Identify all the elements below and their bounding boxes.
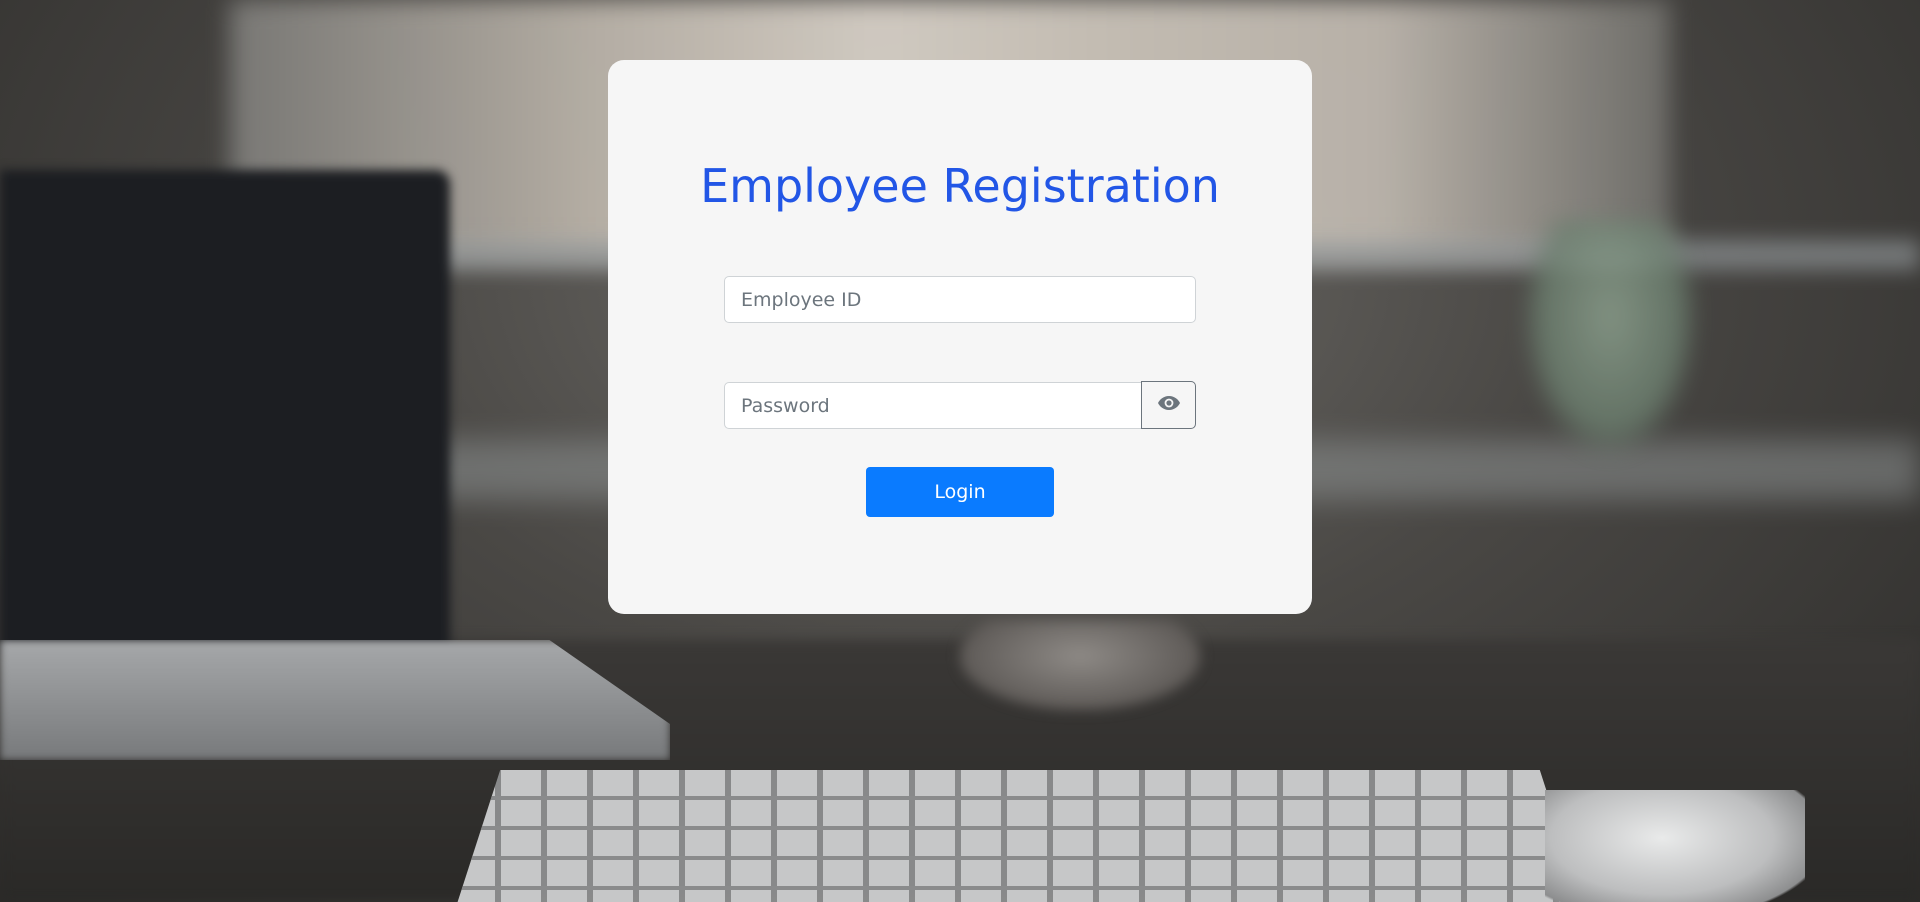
background-vase bbox=[1520, 220, 1700, 460]
background-laptop-base bbox=[0, 640, 670, 760]
background-mouse bbox=[1545, 790, 1805, 902]
background-keyboard-rows bbox=[455, 770, 1585, 902]
password-field[interactable] bbox=[724, 382, 1142, 429]
page-title: Employee Registration bbox=[700, 159, 1220, 213]
employee-id-field[interactable] bbox=[724, 276, 1196, 323]
login-button[interactable]: Login bbox=[866, 467, 1054, 517]
background-bowl bbox=[960, 620, 1200, 710]
eye-icon bbox=[1157, 395, 1181, 415]
show-password-button[interactable] bbox=[1141, 381, 1196, 429]
login-card bbox=[608, 60, 1312, 614]
background-laptop-screen bbox=[0, 170, 450, 650]
